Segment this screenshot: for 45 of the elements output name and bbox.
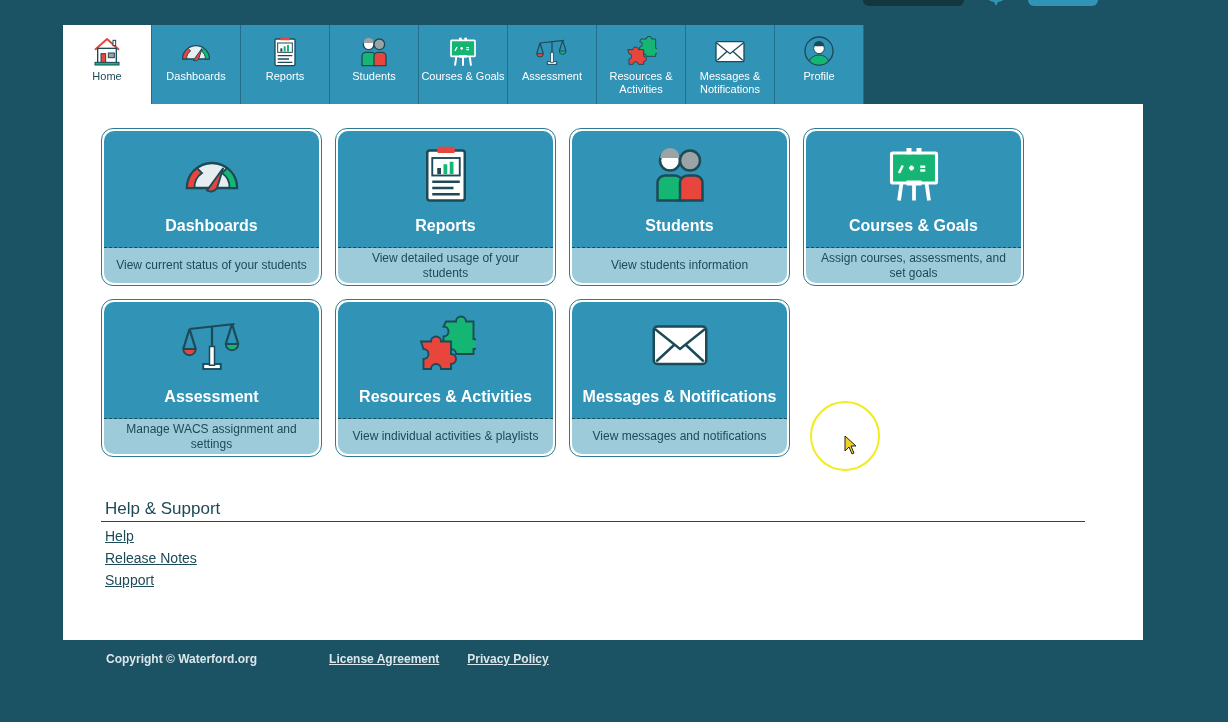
menu-card[interactable]: Messages & Notifications View messages and notifications bbox=[569, 299, 790, 457]
help-link[interactable]: Help bbox=[105, 528, 134, 544]
card-title: Dashboards bbox=[165, 217, 258, 235]
section-heading: Help & Support bbox=[101, 499, 1085, 522]
help-link[interactable]: Support bbox=[105, 572, 155, 588]
card-title: Messages & Notifications bbox=[582, 388, 777, 406]
header-button[interactable] bbox=[1028, 0, 1098, 6]
card-description: View detailed usage of your students bbox=[338, 248, 553, 283]
card-description: View current status of your students bbox=[104, 248, 319, 283]
card-description: View students information bbox=[572, 248, 787, 283]
menu-card[interactable]: Students View students information bbox=[569, 128, 790, 286]
house-icon bbox=[91, 35, 123, 67]
card-title: Reports bbox=[415, 217, 476, 235]
menu-card[interactable]: Assessment Manage WACS assignment and settings bbox=[101, 299, 322, 457]
card-description: View messages and notifications bbox=[572, 419, 787, 454]
help-link[interactable]: Release Notes bbox=[105, 550, 197, 566]
card-description: Assign courses, assessments, and set goals bbox=[806, 248, 1021, 283]
footer-link[interactable]: Privacy Policy bbox=[467, 652, 549, 666]
account-menu[interactable] bbox=[863, 0, 964, 6]
nav-tab[interactable]: Resources & Activities bbox=[597, 25, 686, 104]
students-icon bbox=[358, 35, 390, 67]
nav-tab[interactable]: Dashboards bbox=[152, 25, 241, 104]
menu-card[interactable]: Resources & Activities View individual activities & playlists bbox=[335, 299, 556, 457]
card-description: View individual activities & playlists bbox=[338, 419, 553, 454]
nav-tab[interactable]: Assessment bbox=[508, 25, 597, 104]
card-description: Manage WACS assignment and settings bbox=[104, 419, 319, 454]
chalkboard-icon bbox=[447, 35, 479, 67]
pointer-icon bbox=[844, 435, 858, 455]
nav-tab[interactable]: Students bbox=[330, 25, 419, 104]
footer-link[interactable]: License Agreement bbox=[329, 652, 440, 666]
copyright-text: Copyright © Waterford.org bbox=[106, 652, 258, 666]
card-title: Resources & Activities bbox=[359, 388, 532, 406]
menu-card[interactable]: Dashboards View current status of your students bbox=[101, 128, 322, 286]
user-avatar-icon bbox=[803, 35, 835, 67]
card-title: Courses & Goals bbox=[849, 217, 978, 235]
menu-card[interactable]: Reports View detailed usage of your students bbox=[335, 128, 556, 286]
nav-tab[interactable]: Reports bbox=[241, 25, 330, 104]
card-title: Assessment bbox=[164, 388, 259, 406]
card-title: Students bbox=[645, 217, 714, 235]
nav-tab[interactable]: Messages & Notifications bbox=[686, 25, 775, 104]
nav-tab[interactable]: Profile bbox=[775, 25, 864, 104]
nav-tab[interactable]: Courses & Goals bbox=[419, 25, 508, 104]
menu-card[interactable]: Courses & Goals Assign courses, assessments, and set goals bbox=[803, 128, 1024, 286]
nav-tab[interactable]: Home bbox=[63, 25, 152, 104]
puzzle-pieces-icon bbox=[625, 35, 657, 67]
